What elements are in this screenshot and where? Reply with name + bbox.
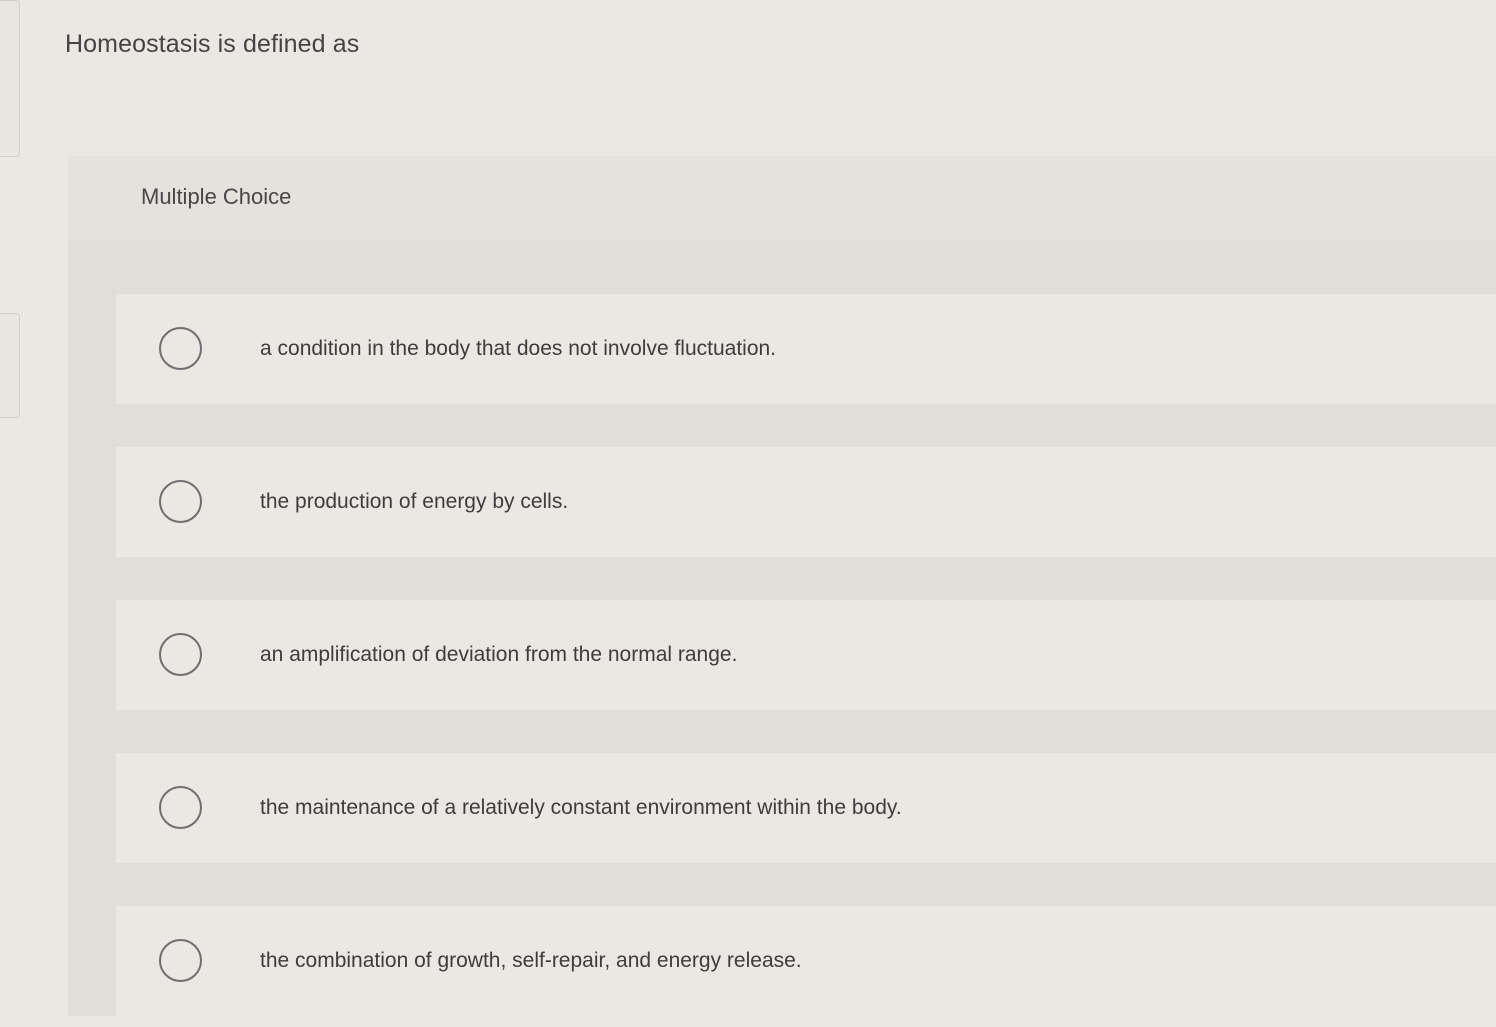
answer-option-2[interactable]: the production of energy by cells.: [116, 447, 1496, 557]
answer-option-3[interactable]: an amplification of deviation from the n…: [116, 600, 1496, 710]
answer-option-text: the combination of growth, self-repair, …: [260, 949, 802, 972]
radio-button-icon[interactable]: [159, 480, 202, 523]
multiple-choice-header: Multiple Choice: [68, 156, 1496, 240]
answer-option-4[interactable]: the maintenance of a relatively constant…: [116, 753, 1496, 863]
radio-button-icon[interactable]: [159, 633, 202, 676]
side-tab-bottom: [0, 313, 20, 418]
side-tab-top: [0, 0, 20, 157]
multiple-choice-panel: Multiple Choice a condition in the body …: [68, 156, 1496, 1016]
answer-option-text: the production of energy by cells.: [260, 490, 569, 513]
answer-option-text: the maintenance of a relatively constant…: [260, 796, 902, 819]
question-prompt: Homeostasis is defined as: [65, 30, 360, 58]
answer-option-5[interactable]: the combination of growth, self-repair, …: [116, 906, 1496, 1016]
answer-option-text: an amplification of deviation from the n…: [260, 643, 738, 666]
radio-button-icon[interactable]: [159, 939, 202, 982]
radio-button-icon[interactable]: [159, 327, 202, 370]
radio-button-icon[interactable]: [159, 786, 202, 829]
multiple-choice-label: Multiple Choice: [141, 184, 292, 209]
answer-options-list: a condition in the body that does not in…: [116, 294, 1496, 1016]
answer-option-text: a condition in the body that does not in…: [260, 337, 777, 360]
answer-option-1[interactable]: a condition in the body that does not in…: [116, 294, 1496, 404]
